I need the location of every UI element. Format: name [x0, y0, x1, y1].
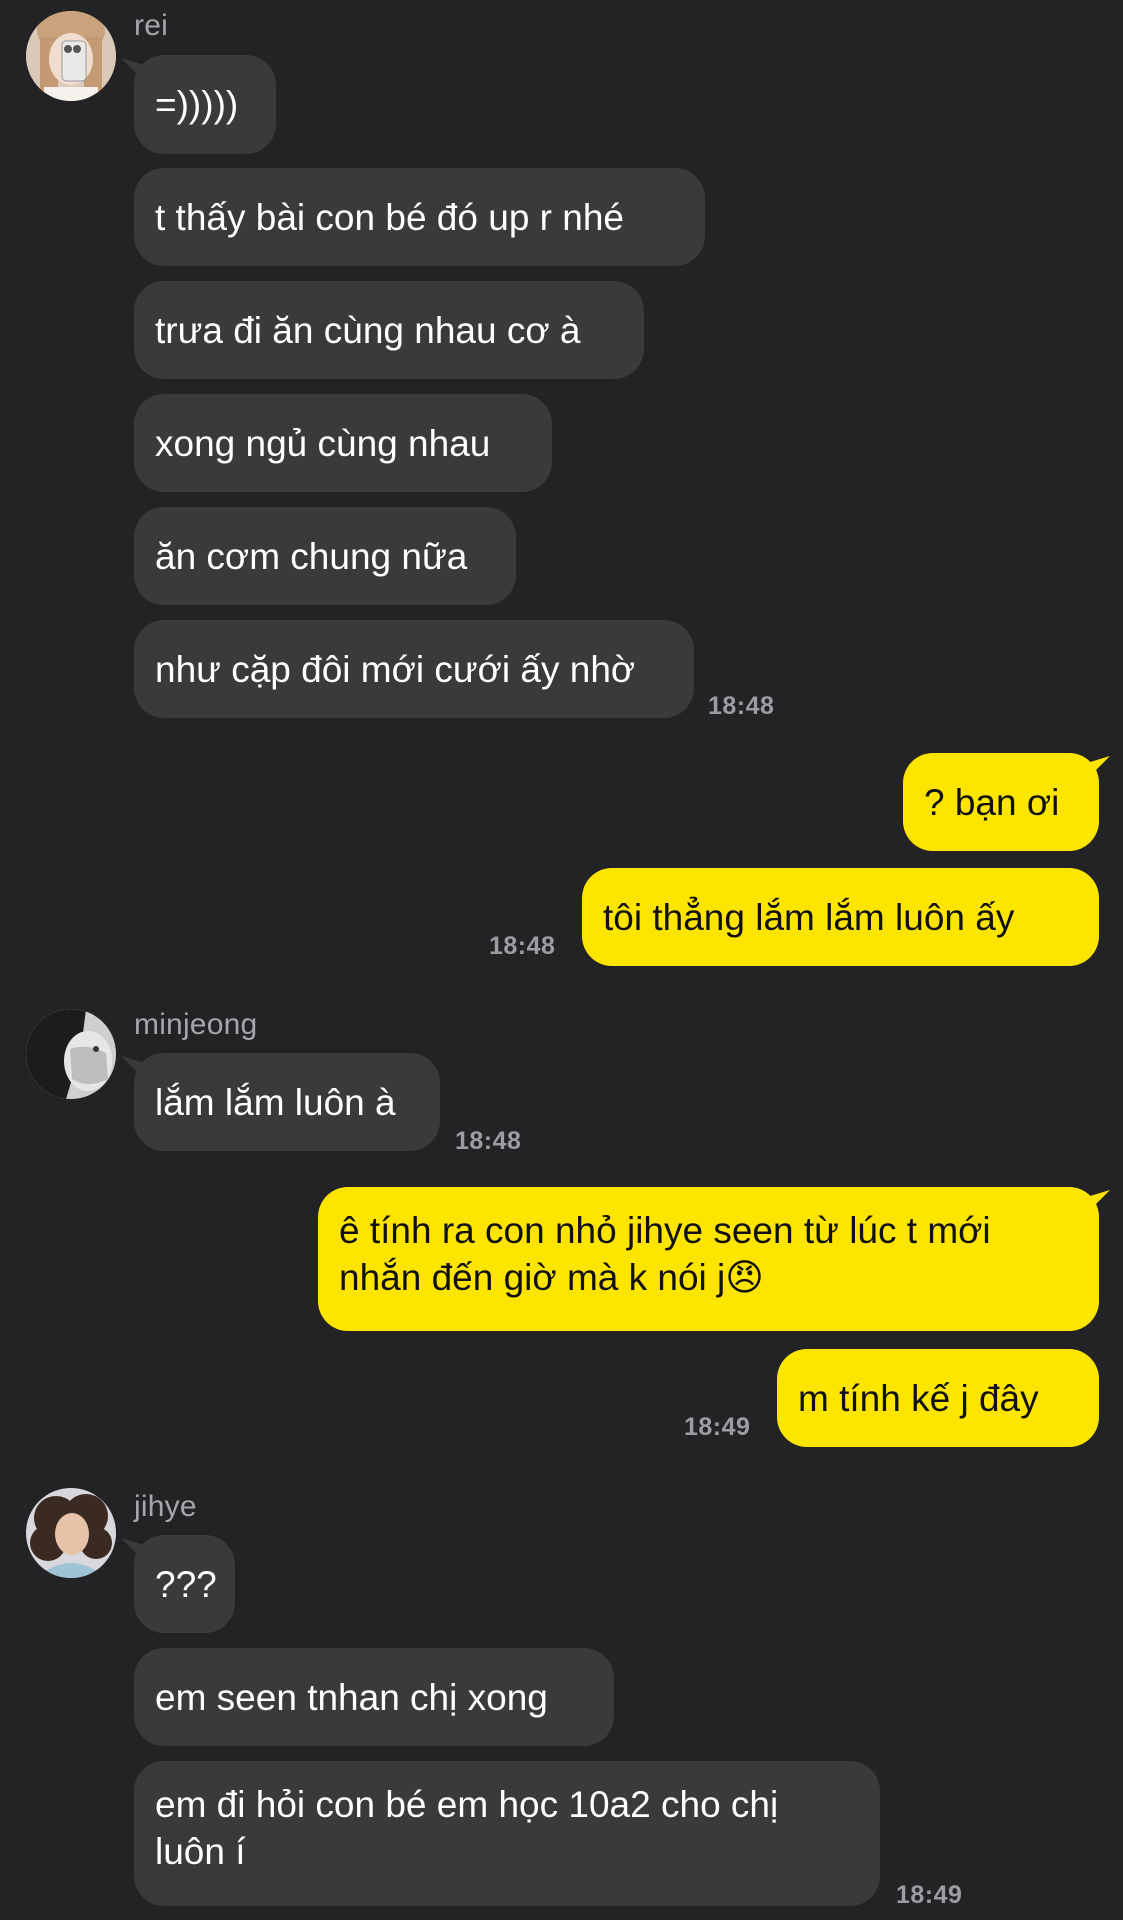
message-bubble[interactable]: lắm lắm luôn à [134, 1053, 440, 1151]
message-bubble[interactable]: ăn cơm chung nữa [134, 507, 516, 605]
message-bubble[interactable]: xong ngủ cùng nhau [134, 394, 552, 492]
message-timestamp: 18:48 [455, 1127, 522, 1155]
grayscale-portrait-icon [26, 1009, 116, 1099]
sender-name-rei: rei [134, 9, 168, 42]
jihye-avatar[interactable] [26, 1488, 116, 1578]
message-bubble[interactable]: tôi thẳng lắm lắm luôn ấy [582, 868, 1099, 966]
sender-name-minjeong: minjeong [134, 1008, 258, 1041]
sender-name-jihye: jihye [134, 1490, 197, 1523]
message-bubble[interactable]: t thấy bài con bé đó up r nhé [134, 168, 705, 266]
angry-face-emoji-icon: 😠 [725, 1256, 764, 1299]
message-timestamp: 18:49 [684, 1413, 751, 1441]
message-bubble[interactable]: ê tính ra con nhỏ jihye seen từ lúc t mớ… [318, 1187, 1099, 1331]
curly-hair-portrait-icon [26, 1488, 116, 1578]
message-text: ê tính ra con nhỏ jihye seen từ lúc t mớ… [339, 1210, 991, 1298]
message-bubble[interactable]: trưa đi ăn cùng nhau cơ à [134, 281, 644, 379]
message-bubble[interactable]: =))))) [134, 55, 276, 154]
message-bubble[interactable]: ? bạn ơi [903, 753, 1099, 851]
message-bubble[interactable]: em seen tnhan chị xong [134, 1648, 614, 1746]
rei-avatar[interactable] [26, 11, 116, 101]
message-timestamp: 18:48 [489, 932, 556, 960]
message-timestamp: 18:49 [896, 1881, 963, 1909]
selfie-avatar-icon [26, 11, 116, 101]
message-bubble[interactable]: m tính kế j đây [777, 1349, 1099, 1447]
message-bubble[interactable]: em đi hỏi con bé em học 10a2 cho chị luô… [134, 1761, 880, 1906]
message-bubble[interactable]: ??? [134, 1535, 235, 1633]
message-bubble[interactable]: như cặp đôi mới cưới ấy nhờ [134, 620, 694, 718]
message-timestamp: 18:48 [708, 692, 775, 720]
minjeong-avatar[interactable] [26, 1009, 116, 1099]
